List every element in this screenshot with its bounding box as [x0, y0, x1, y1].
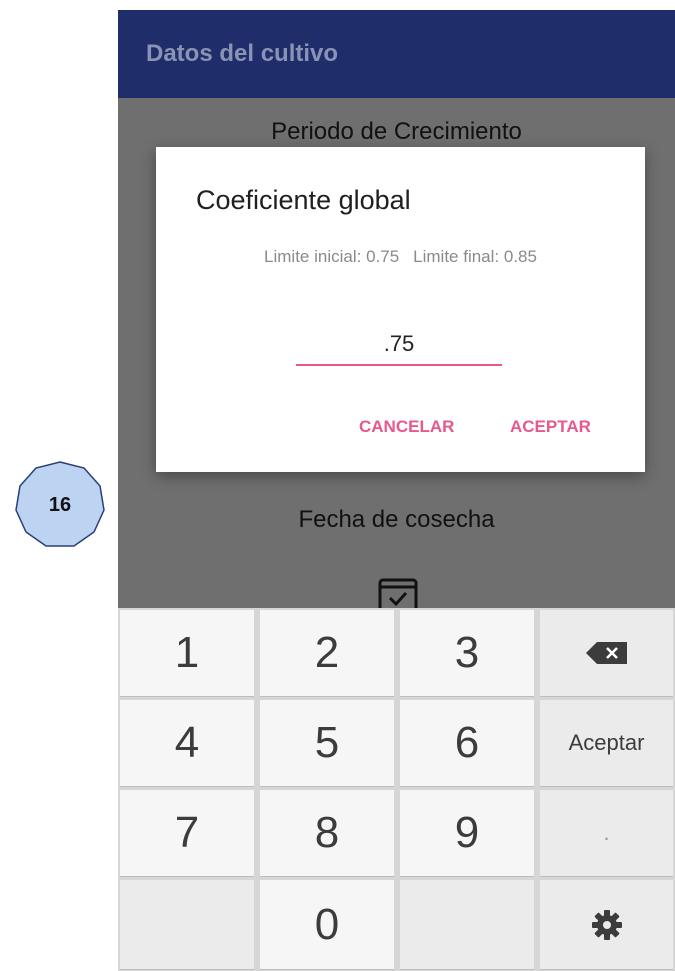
dialog-title: Coeficiente global [196, 185, 411, 215]
limit-initial: Limite inicial: 0.75 [264, 247, 400, 266]
gear-icon [591, 909, 622, 940]
key-0[interactable]: 0 [260, 880, 394, 969]
key-dot[interactable]: . [540, 790, 673, 876]
key-blank-left [120, 880, 254, 969]
step-badge: 16 [12, 460, 108, 550]
harvest-date-label[interactable]: Fecha de cosecha [118, 506, 675, 534]
key-5[interactable]: 5 [260, 700, 394, 786]
growth-period-label: Periodo de Crecimiento [271, 118, 522, 145]
calendar-icon[interactable] [376, 574, 420, 610]
accept-button[interactable]: ACEPTAR [510, 417, 591, 437]
key-blank-right [400, 880, 534, 969]
limit-final: Limite final: 0.85 [413, 247, 537, 266]
app-bar: Datos del cultivo [118, 10, 675, 98]
key-7[interactable]: 7 [120, 790, 254, 876]
app-title: Datos del cultivo [146, 40, 339, 67]
key-backspace[interactable] [540, 610, 673, 696]
key-8[interactable]: 8 [260, 790, 394, 876]
badge-number: 16 [48, 493, 72, 516]
coefficient-dialog: Coeficiente global Limite inicial: 0.75 L… [156, 147, 645, 472]
key-2[interactable]: 2 [260, 610, 394, 696]
key-3[interactable]: 3 [400, 610, 534, 696]
key-accept[interactable]: Aceptar [540, 700, 673, 786]
backspace-icon [585, 642, 627, 664]
key-9[interactable]: 9 [400, 790, 534, 876]
coefficient-input[interactable] [296, 324, 502, 366]
key-settings[interactable] [540, 880, 673, 969]
key-4[interactable]: 4 [120, 700, 254, 786]
cancel-button[interactable]: CANCELAR [359, 417, 454, 437]
key-1[interactable]: 1 [120, 610, 254, 696]
key-6[interactable]: 6 [400, 700, 534, 786]
numeric-keyboard: 1 2 3 4 5 6 Aceptar 7 8 9 . 0 [118, 608, 675, 971]
limits-text: Limite inicial: 0.75 Limite final: 0.85 [156, 247, 645, 267]
phone-screen: Datos del cultivo Periodo de Crecimiento… [118, 10, 675, 971]
